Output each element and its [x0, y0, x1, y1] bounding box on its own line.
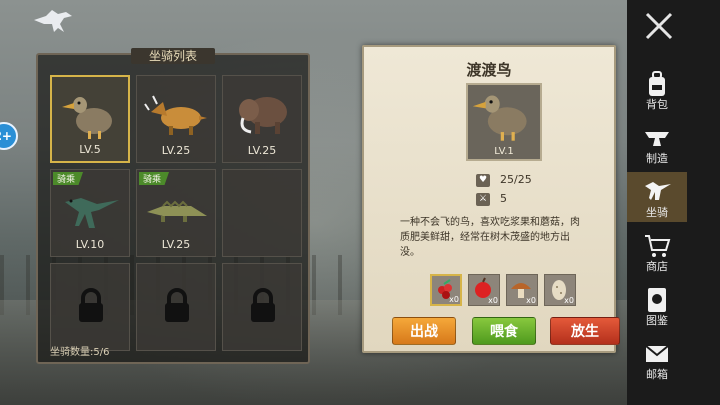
food-slot-apple[interactable]: x0	[468, 274, 500, 306]
feed-button[interactable]: 喂食	[472, 317, 536, 345]
mount-portrait: LV.1	[466, 83, 542, 161]
sidebar-item-craft[interactable]: 制造	[627, 118, 687, 168]
mount-detail-level: LV.1	[494, 146, 514, 157]
triceratops-icon	[144, 95, 207, 135]
food-qty: x0	[526, 296, 536, 305]
sidebar-item-label: 坐骑	[646, 206, 668, 219]
close-button[interactable]	[643, 10, 675, 42]
dodo-icon	[62, 97, 112, 139]
lock-icon	[165, 288, 189, 322]
sidebar-item-backpack[interactable]: 背包	[627, 64, 687, 114]
sidebar-item-codex[interactable]: 图鉴	[627, 280, 687, 330]
mount-slot-empty[interactable]	[222, 169, 302, 257]
mount-slot-dodo[interactable]: LV.5	[50, 75, 130, 163]
hp-value: 25/25	[500, 173, 532, 186]
game-logo	[32, 6, 76, 36]
food-qty: x0	[564, 296, 574, 305]
mount-slot-triceratops[interactable]: LV.25	[136, 75, 216, 163]
hp-stat: ♥ 25/25	[476, 173, 532, 187]
mount-level: LV.10	[75, 238, 105, 251]
sidebar-item-label: 商店	[646, 260, 668, 273]
food-qty: x0	[449, 295, 459, 304]
mount-slot-crocodile[interactable]: 骑乘 LV.25	[136, 169, 216, 257]
crocodile-icon	[147, 200, 207, 222]
sword-icon: ⚔	[476, 192, 490, 206]
lock-icon	[251, 288, 275, 322]
mail-icon	[645, 345, 669, 362]
sidebar: 背包 制造 坐骑 商店 图鉴 邮箱	[627, 0, 720, 405]
mount-name: 渡渡鸟	[466, 61, 512, 79]
backpack-icon	[649, 71, 665, 96]
mount-description: 一种不会飞的鸟，喜欢吃浆果和蘑菇，肉质肥美鲜甜，经常在树木茂盛的地方出没。	[400, 217, 580, 258]
heart-icon: ♥	[476, 173, 490, 187]
mount-slot-locked[interactable]	[136, 263, 216, 351]
sidebar-item-label: 邮箱	[646, 368, 668, 381]
lock-icon	[79, 288, 103, 322]
panel-title: 坐骑列表	[130, 48, 215, 64]
mount-count: 坐骑数量:5/6	[50, 347, 110, 358]
release-button[interactable]: 放生	[550, 317, 620, 345]
mount-slot-locked[interactable]	[50, 263, 130, 351]
mount-slot-locked[interactable]	[222, 263, 302, 351]
raptor-icon	[65, 198, 119, 228]
food-qty: x0	[488, 296, 498, 305]
deploy-button[interactable]: 出战	[392, 317, 456, 345]
sidebar-item-label: 制造	[646, 152, 668, 165]
food-slot-mushroom[interactable]: x0	[506, 274, 538, 306]
food-slot-egg[interactable]: x0	[544, 274, 576, 306]
sidebar-item-mail[interactable]: 邮箱	[627, 334, 687, 384]
sidebar-item-label: 图鉴	[646, 314, 668, 327]
mammoth-icon	[239, 97, 287, 134]
mount-slot-raptor[interactable]: 骑乘 LV.10	[50, 169, 130, 257]
dinosaur-icon	[645, 182, 671, 200]
mount-level: LV.25	[161, 144, 191, 157]
cart-icon	[645, 235, 671, 257]
attack-stat: ⚔ 5	[476, 192, 507, 206]
dodo-icon	[472, 95, 527, 141]
mount-level: LV.25	[247, 144, 277, 157]
mount-slot-mammoth[interactable]: LV.25	[222, 75, 302, 163]
close-icon	[645, 12, 673, 40]
mount-level: LV.5	[79, 143, 101, 156]
attack-value: 5	[500, 192, 507, 205]
anvil-icon	[645, 132, 669, 146]
mount-level: LV.25	[161, 238, 191, 251]
book-icon	[648, 288, 666, 312]
mount-detail-card: 渡渡鸟 LV.1 ♥ 25/25 ⚔ 5 一种不会飞的鸟，喜欢吃浆果和蘑菇，肉质肥美…	[362, 45, 620, 353]
sidebar-item-mount[interactable]: 坐骑	[627, 172, 687, 222]
sidebar-item-label: 背包	[646, 98, 668, 111]
food-slot-berries[interactable]: x0	[430, 274, 462, 306]
mount-list-panel: 坐骑列表 LV.5 LV.25 LV.25 骑乘 LV.10 骑乘 LV.25 …	[36, 48, 310, 364]
sidebar-item-shop[interactable]: 商店	[627, 226, 687, 276]
